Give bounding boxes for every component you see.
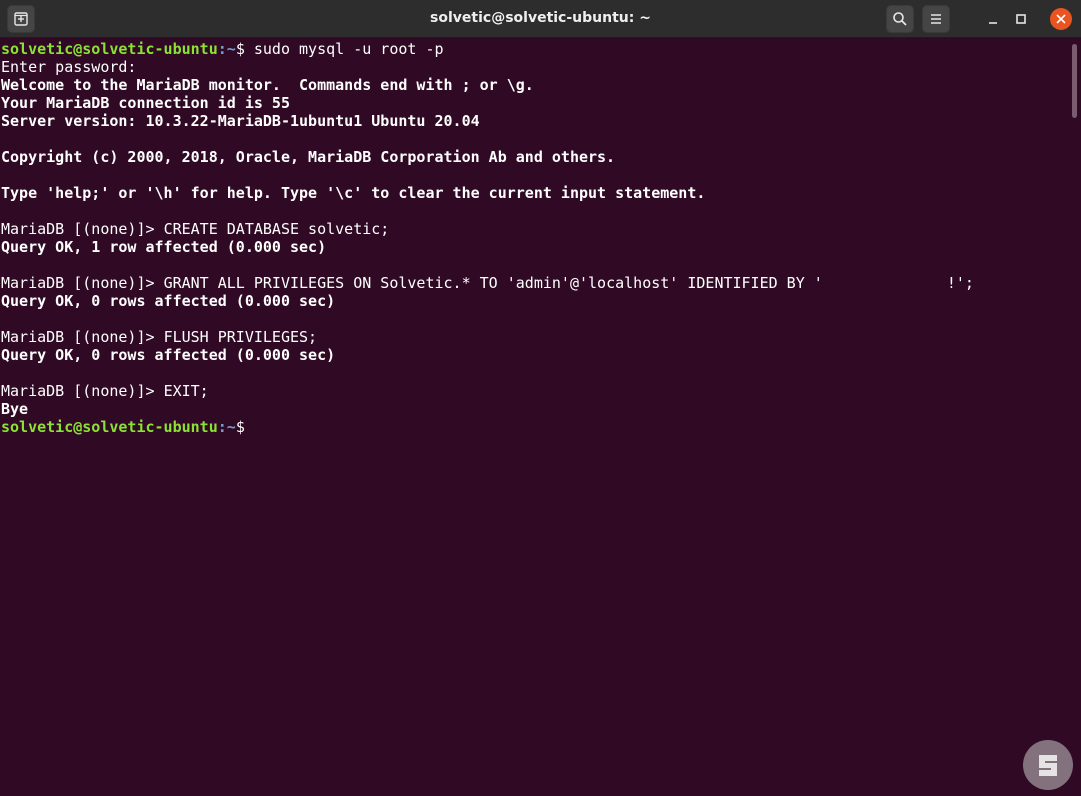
output-line: Copyright (c) 2000, 2018, Oracle, MariaD… [1,148,616,166]
prompt-symbol: $ [235,40,254,58]
search-icon [893,12,907,26]
sql-command: EXIT; [163,382,209,400]
redacted-password [822,276,947,291]
command-line: solvetic@solvetic-ubuntu:~$ sudo mysql -… [0,40,1068,58]
prompt-symbol: $ [235,418,254,436]
mariadb-prompt: MariaDB [(none)]> [1,328,164,346]
output-line: Welcome to the MariaDB monitor. Commands… [1,76,534,94]
terminal-output[interactable]: solvetic@solvetic-ubuntu:~$ sudo mysql -… [0,40,1068,796]
sql-line: MariaDB [(none)]> EXIT; [0,382,1068,400]
hamburger-menu-icon [931,14,941,24]
maximize-icon [1016,14,1026,24]
scrollbar-thumb[interactable] [1072,44,1077,118]
output-line: Query OK, 1 row affected (0.000 sec) [1,238,327,256]
prompt-user: solvetic@solvetic-ubuntu [1,40,218,58]
mariadb-prompt: MariaDB [(none)]> [1,274,164,292]
prompt-user: solvetic@solvetic-ubuntu [1,418,218,436]
search-button[interactable] [886,5,914,33]
output-line: Bye [1,400,29,418]
output-line: Query OK, 0 rows affected (0.000 sec) [1,346,336,364]
prompt-path: :~ [217,40,236,58]
watermark-logo-icon [1023,740,1073,790]
sql-line: MariaDB [(none)]> FLUSH PRIVILEGES; [0,328,1068,346]
sql-command: FLUSH PRIVILEGES; [163,328,318,346]
output-line: Type 'help;' or '\h' for help. Type '\c'… [1,184,706,202]
scrollbar[interactable] [1069,40,1079,792]
sql-command: CREATE DATABASE solvetic; [163,220,390,238]
sql-command: GRANT ALL PRIVILEGES ON Solvetic.* TO 'a… [163,274,823,292]
sql-line: MariaDB [(none)]> CREATE DATABASE solvet… [0,220,1068,238]
title-bar: solvetic@solvetic-ubuntu: ~ [0,0,1081,38]
minimize-button[interactable] [979,5,1007,33]
sql-line: MariaDB [(none)]> GRANT ALL PRIVILEGES O… [0,274,1068,292]
output-line: Your MariaDB connection id is 55 [1,94,290,112]
prompt-path: :~ [217,418,236,436]
command-text: sudo mysql -u root -p [253,40,444,58]
output-line: Server version: 10.3.22-MariaDB-1ubuntu1… [1,112,480,130]
output-line: Query OK, 0 rows affected (0.000 sec) [1,292,336,310]
mariadb-prompt: MariaDB [(none)]> [1,382,164,400]
window-title: solvetic@solvetic-ubuntu: ~ [430,10,651,26]
close-icon [1050,8,1072,30]
menu-button[interactable] [922,5,950,33]
maximize-button[interactable] [1007,5,1035,33]
mariadb-prompt: MariaDB [(none)]> [1,220,164,238]
output-line: Enter password: [1,58,137,76]
sql-command-end: !'; [946,274,974,292]
terminal-window: solvetic@solvetic-ubuntu: ~ solvetic@sol… [0,0,1081,796]
command-line: solvetic@solvetic-ubuntu:~$ [0,418,1068,436]
close-button[interactable] [1047,5,1075,33]
minimize-icon [989,22,997,24]
